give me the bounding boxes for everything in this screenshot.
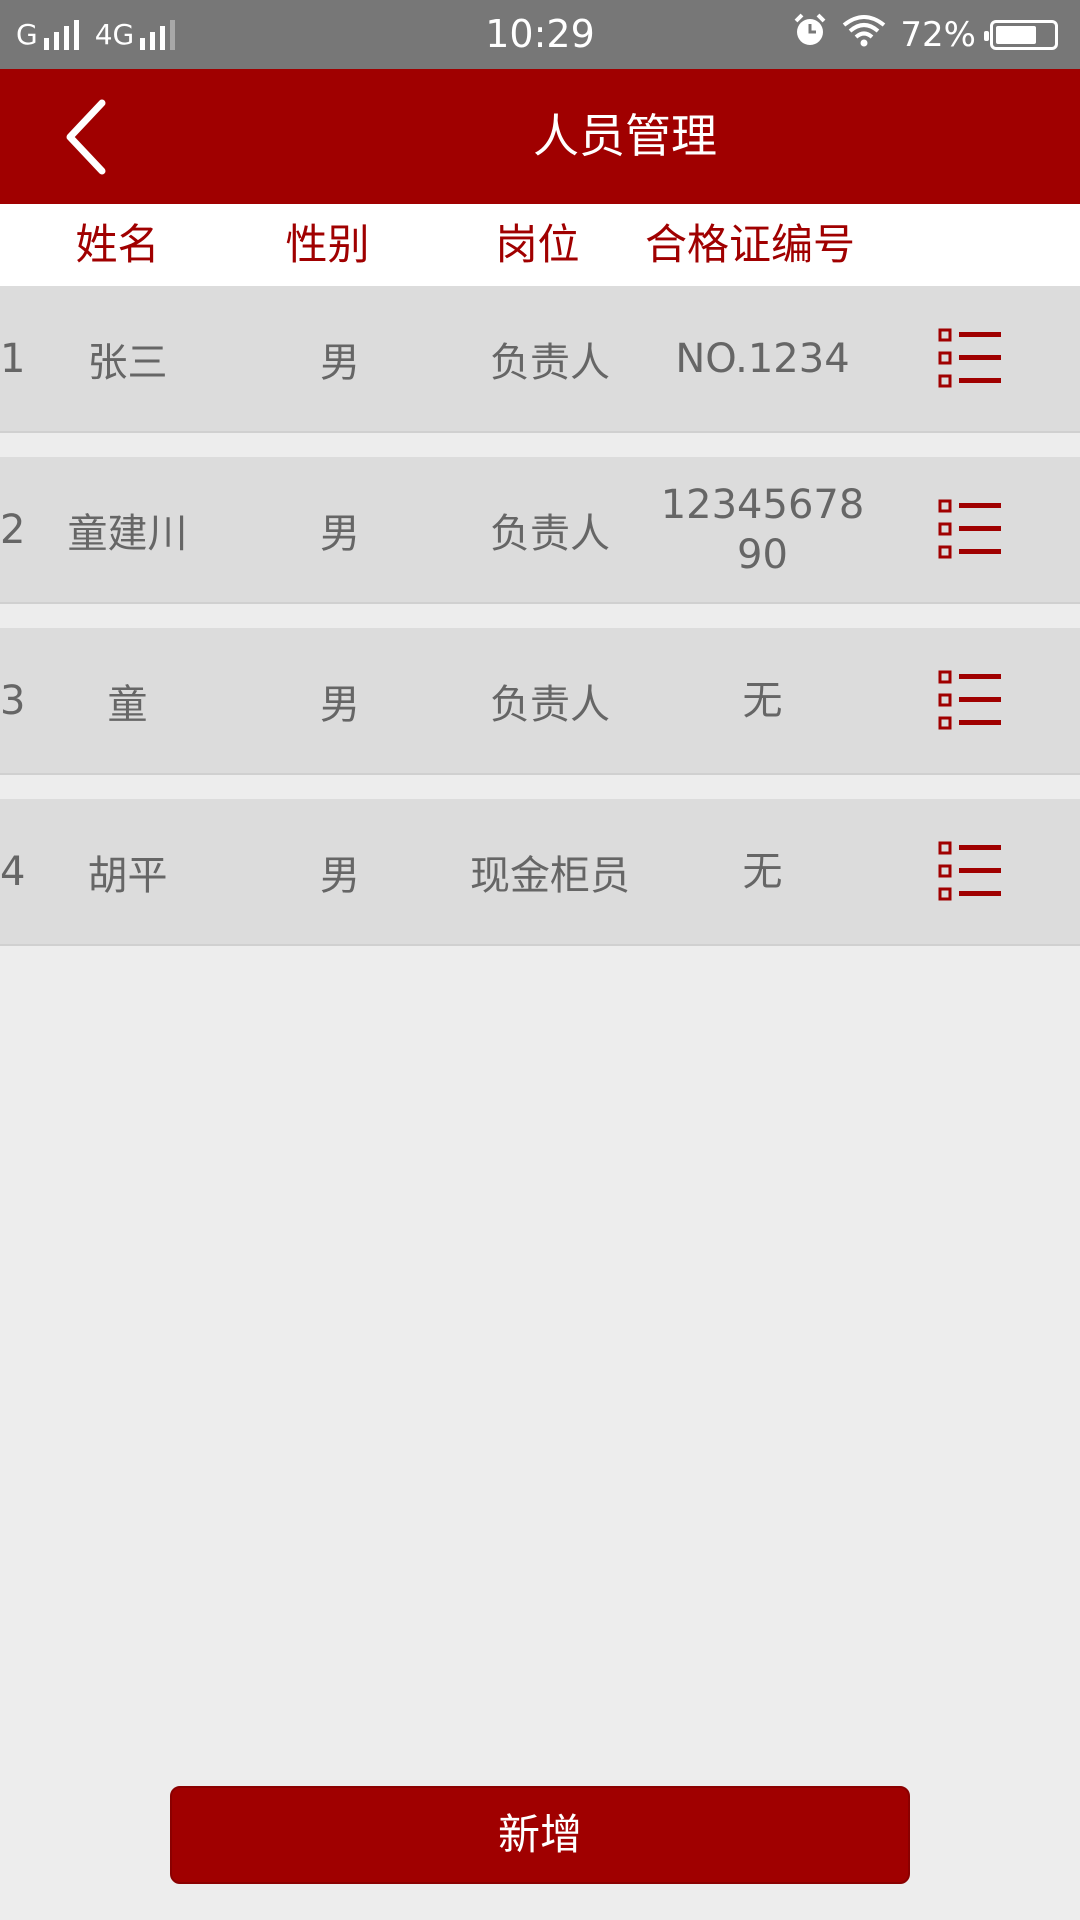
table-row[interactable]: 3 童 男 负责人 无 — [0, 628, 1080, 775]
column-header-gender: 性别 — [285, 220, 370, 269]
staff-gender: 男 — [320, 510, 360, 557]
staff-name: 童建川 — [67, 510, 188, 557]
staff-cert-number: 1234567890 — [660, 481, 865, 578]
chevron-left-icon — [66, 99, 106, 174]
staff-cert-number: 无 — [742, 848, 783, 895]
add-button[interactable]: 新增 — [170, 1786, 910, 1884]
column-header-post: 岗位 — [495, 220, 580, 269]
detail-list-button[interactable] — [930, 457, 1010, 602]
staff-list: 1 张三 男 负责人 NO.1234 2 童建川 男 负责人 123456789… — [0, 286, 1080, 970]
title-bar: 人员管理 — [0, 69, 1080, 204]
column-header-cert: 合格证编号 — [644, 220, 855, 269]
table-header: 姓名 性别 岗位 合格证编号 — [0, 204, 1080, 286]
staff-post: 负责人 — [490, 681, 610, 728]
wifi-icon — [842, 13, 886, 56]
back-button[interactable] — [40, 89, 130, 184]
staff-name: 张三 — [87, 339, 168, 386]
staff-name: 胡平 — [87, 852, 168, 899]
list-icon — [938, 328, 1001, 387]
detail-list-button[interactable] — [930, 799, 1010, 944]
staff-gender: 男 — [320, 681, 360, 728]
staff-gender: 男 — [320, 339, 360, 386]
status-bar: G 4G 10:29 72% — [0, 0, 1080, 69]
detail-list-button[interactable] — [930, 286, 1010, 431]
battery-percent: 72% — [900, 14, 976, 55]
table-row[interactable]: 2 童建川 男 负责人 1234567890 — [0, 457, 1080, 604]
column-header-name: 姓名 — [75, 220, 160, 269]
table-row[interactable]: 4 胡平 男 现金柜员 无 — [0, 799, 1080, 946]
page-title: 人员管理 — [533, 109, 717, 163]
row-index: 4 — [0, 848, 26, 895]
alarm-icon — [792, 12, 828, 57]
row-index: 1 — [0, 335, 26, 382]
row-index: 3 — [0, 677, 26, 724]
list-icon — [938, 499, 1001, 558]
status-icons: 72% — [792, 0, 1058, 69]
row-index: 2 — [0, 506, 26, 553]
staff-cert-number: NO.1234 — [675, 335, 850, 382]
battery-icon — [984, 19, 1058, 50]
staff-post: 现金柜员 — [470, 852, 630, 899]
detail-list-button[interactable] — [930, 628, 1010, 773]
list-icon — [938, 841, 1001, 900]
staff-post: 负责人 — [490, 339, 610, 386]
staff-gender: 男 — [320, 852, 360, 899]
staff-name: 童 — [107, 681, 148, 728]
list-icon — [938, 670, 1001, 729]
staff-cert-number: 无 — [742, 677, 783, 724]
staff-post: 负责人 — [490, 510, 610, 557]
table-row[interactable]: 1 张三 男 负责人 NO.1234 — [0, 286, 1080, 433]
